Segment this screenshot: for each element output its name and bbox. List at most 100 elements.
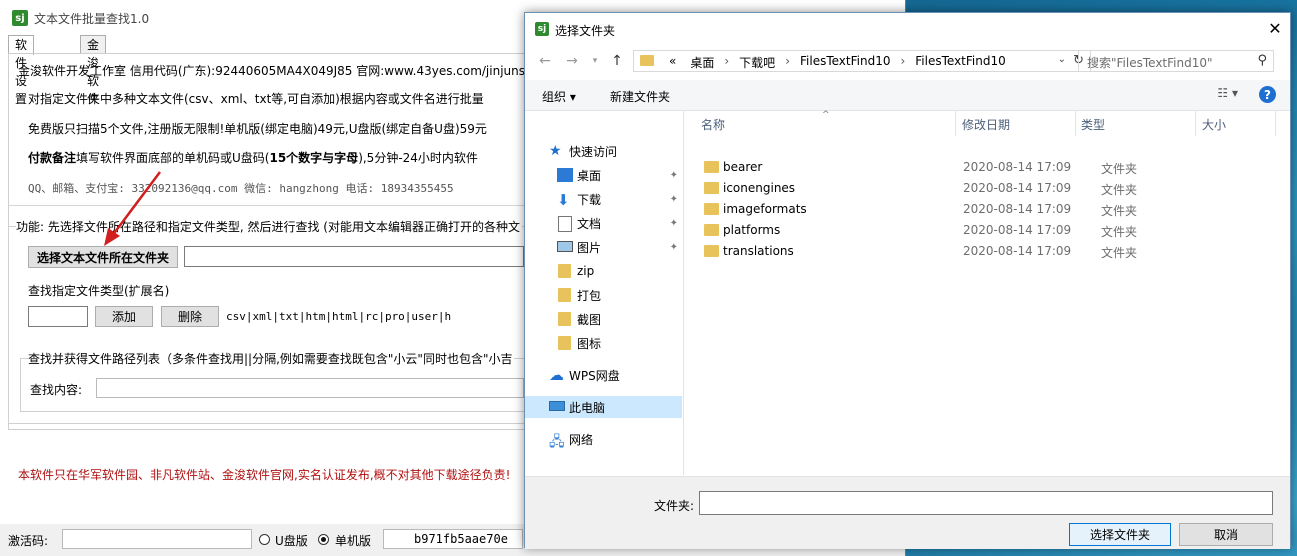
search-content-label: 查找内容: bbox=[30, 383, 83, 397]
dialog-footer: 文件夹: 选择文件夹 取消 bbox=[525, 476, 1290, 549]
breadcrumb-filestextfind-current[interactable]: FilesTextFind10 bbox=[908, 54, 1012, 71]
cancel-button[interactable]: 取消 bbox=[1179, 523, 1273, 546]
picture-icon bbox=[557, 241, 573, 252]
single-version-label: 单机版 bbox=[335, 534, 372, 548]
column-header-date[interactable]: 修改日期 bbox=[962, 116, 1010, 133]
up-arrow-icon[interactable]: ↑ bbox=[607, 51, 627, 71]
single-version-radio[interactable] bbox=[318, 534, 329, 545]
breadcrumb-desktop[interactable]: 桌面 bbox=[683, 54, 721, 71]
company-info-line: 金浚软件开发工作室 信用代码(广东):92440605MA4X049J85 官网… bbox=[18, 64, 542, 78]
pin-icon[interactable]: ✦ bbox=[670, 242, 678, 253]
breadcrumb-downloadba[interactable]: 下载吧 bbox=[732, 54, 782, 71]
table-row[interactable]: imageformats 2020-08-14 17:09 文件夹 bbox=[695, 199, 1275, 220]
dialog-search-input[interactable]: 搜索"FilesTextFind10" ⚲ bbox=[1078, 50, 1274, 72]
search-placeholder: 搜索"FilesTextFind10" bbox=[1087, 56, 1213, 70]
pin-icon[interactable]: ✦ bbox=[670, 170, 678, 181]
help-icon[interactable]: ? bbox=[1259, 86, 1276, 103]
nav-label: 快速访问 bbox=[569, 144, 618, 159]
add-extension-button[interactable]: 添加 bbox=[95, 306, 153, 327]
column-divider[interactable] bbox=[1075, 110, 1076, 136]
search-icon[interactable]: ⚲ bbox=[1257, 53, 1267, 68]
nav-this-pc[interactable]: 此电脑 bbox=[525, 396, 682, 418]
close-icon[interactable]: ✕ bbox=[1264, 17, 1286, 39]
payment-note-line: 付款备注填写软件界面底部的单机码或U盘码(15个数字与字母),5分钟-24小时内… bbox=[28, 149, 478, 166]
column-divider[interactable] bbox=[955, 110, 956, 136]
breadcrumb-overflow[interactable]: « bbox=[662, 54, 683, 71]
tab-software-settings[interactable]: 软件设置 bbox=[8, 35, 35, 106]
folder-icon bbox=[558, 288, 571, 302]
select-folder-dialog: sj 选择文件夹 ✕ ← → ▾ ↑ « 桌面 › 下载吧 › FilesTex… bbox=[524, 12, 1291, 549]
search-group-title: 查找并获得文件路径列表（多条件查找用||分隔,例如需要查找既包含"小云"同时也包… bbox=[28, 350, 515, 367]
file-date: 2020-08-14 17:09 bbox=[963, 244, 1072, 258]
back-arrow-icon[interactable]: ← bbox=[535, 51, 555, 71]
file-name: imageformats bbox=[723, 202, 807, 216]
chevron-right-icon[interactable]: › bbox=[721, 54, 732, 71]
column-divider[interactable] bbox=[1195, 110, 1196, 136]
nav-pack[interactable]: 打包 bbox=[525, 284, 682, 306]
nav-downloads[interactable]: ⬇ 下载 ✦ bbox=[525, 188, 682, 210]
file-type: 文件夹 bbox=[1101, 204, 1138, 218]
nav-label: 截图 bbox=[577, 312, 602, 327]
folder-icon bbox=[704, 203, 719, 215]
nav-network[interactable]: 🖧 网络 bbox=[525, 428, 682, 451]
cloud-icon: ☁ bbox=[549, 366, 564, 384]
select-folder-confirm-button[interactable]: 选择文件夹 bbox=[1069, 523, 1171, 546]
search-content-input[interactable] bbox=[96, 378, 524, 398]
table-row[interactable]: bearer 2020-08-14 17:09 文件夹 bbox=[695, 157, 1275, 178]
file-date: 2020-08-14 17:09 bbox=[963, 181, 1072, 195]
nav-wps-cloud[interactable]: ☁ WPS网盘 bbox=[525, 364, 682, 386]
nav-label: 打包 bbox=[577, 288, 602, 303]
folder-icon bbox=[558, 336, 571, 350]
tab-jinjun-software[interactable]: 金浚软件 bbox=[80, 35, 107, 106]
dialog-title: 选择文件夹 bbox=[555, 24, 616, 38]
payment-note-text: 填写软件界面底部的单机码或U盘码( bbox=[76, 151, 270, 165]
nav-label: 文档 bbox=[577, 216, 602, 231]
nav-zip[interactable]: zip bbox=[525, 260, 682, 282]
chevron-down-icon[interactable]: ⌄ bbox=[1058, 54, 1066, 65]
nav-label: WPS网盘 bbox=[569, 368, 620, 383]
file-date: 2020-08-14 17:09 bbox=[963, 160, 1072, 174]
extension-label: 查找指定文件类型(扩展名) bbox=[28, 284, 170, 298]
nav-desktop[interactable]: 桌面 ✦ bbox=[525, 164, 682, 186]
folder-path-input[interactable] bbox=[184, 246, 524, 267]
usb-version-label: U盘版 bbox=[275, 534, 308, 548]
table-row[interactable]: translations 2020-08-14 17:09 文件夹 bbox=[695, 241, 1275, 262]
table-row[interactable]: iconengines 2020-08-14 17:09 文件夹 bbox=[695, 178, 1275, 199]
recent-dropdown-icon[interactable]: ▾ bbox=[585, 51, 605, 71]
folder-name-input[interactable] bbox=[699, 491, 1273, 515]
select-folder-button[interactable]: 选择文本文件所在文件夹 bbox=[28, 246, 178, 268]
table-row[interactable]: platforms 2020-08-14 17:09 文件夹 bbox=[695, 220, 1275, 241]
column-divider[interactable] bbox=[1275, 110, 1276, 136]
nav-documents[interactable]: 文档 ✦ bbox=[525, 212, 682, 234]
nav-label: zip bbox=[577, 264, 595, 278]
column-header-size[interactable]: 大小 bbox=[1202, 116, 1226, 133]
extension-input[interactable] bbox=[28, 306, 88, 327]
chevron-right-icon[interactable]: › bbox=[897, 54, 908, 71]
breadcrumb-filestextfind-parent[interactable]: FilesTextFind10 bbox=[793, 54, 897, 71]
pin-icon[interactable]: ✦ bbox=[670, 218, 678, 229]
nav-pictures[interactable]: 图片 ✦ bbox=[525, 236, 682, 258]
view-options-icon[interactable]: ☷ ▾ bbox=[1217, 86, 1238, 100]
file-type: 文件夹 bbox=[1101, 246, 1138, 260]
column-header-name[interactable]: 名称 bbox=[701, 116, 725, 133]
file-type: 文件夹 bbox=[1101, 183, 1138, 197]
nav-quick-access[interactable]: ★ 快速访问 bbox=[525, 140, 682, 162]
nav-screenshots[interactable]: 截图 bbox=[525, 308, 682, 330]
new-folder-button[interactable]: 新建文件夹 bbox=[610, 88, 670, 105]
payment-note-bold: 付款备注 bbox=[28, 151, 77, 165]
file-date: 2020-08-14 17:09 bbox=[963, 223, 1072, 237]
organize-menu[interactable]: 组织 ▾ bbox=[542, 88, 576, 105]
nav-icons[interactable]: 图标 bbox=[525, 332, 682, 354]
computer-icon bbox=[549, 401, 565, 411]
column-header-type[interactable]: 类型 bbox=[1081, 116, 1105, 133]
forward-arrow-icon[interactable]: → bbox=[562, 51, 582, 71]
activation-code-input[interactable] bbox=[62, 529, 252, 549]
chevron-right-icon[interactable]: › bbox=[782, 54, 793, 71]
file-name: translations bbox=[723, 244, 794, 258]
address-bar[interactable]: « 桌面 › 下载吧 › FilesTextFind10 › FilesText… bbox=[633, 50, 1091, 72]
breadcrumb: « 桌面 › 下载吧 › FilesTextFind10 › FilesText… bbox=[662, 54, 1013, 71]
pin-icon[interactable]: ✦ bbox=[670, 194, 678, 205]
usb-version-radio[interactable] bbox=[259, 534, 270, 545]
delete-extension-button[interactable]: 删除 bbox=[161, 306, 219, 327]
nav-label: 下载 bbox=[577, 192, 602, 207]
